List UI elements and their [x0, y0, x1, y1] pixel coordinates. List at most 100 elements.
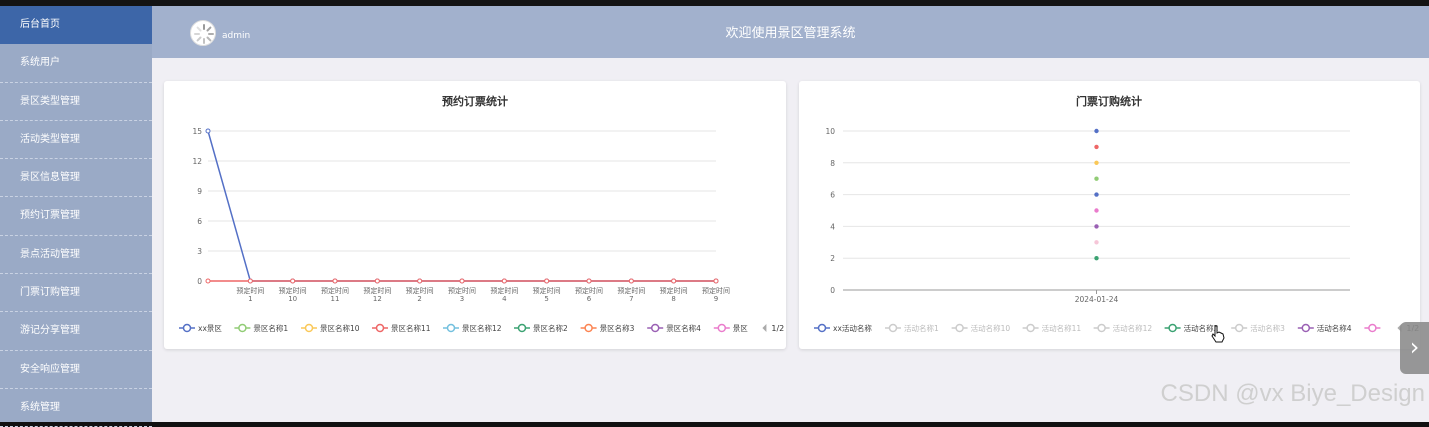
legend-item[interactable]: 景区名称3: [580, 323, 635, 333]
x-tick-label: 2: [417, 295, 421, 303]
legend-label: 景区名称4: [666, 323, 701, 333]
y-tick-label: 10: [825, 127, 835, 136]
legend-marker-icon: [1301, 323, 1311, 333]
booking-stats-chart: 预约订票统计03691215预定时间1预定时间10预定时间11预定时间12预定时…: [179, 94, 784, 333]
legend-label: 活动名称11: [1042, 323, 1082, 333]
data-point: [205, 128, 211, 134]
legend-label: 景区名称10: [320, 323, 360, 333]
dashboard-main: 预约订票统计 0 3 6 9 12 15 预定时间 1 预定时间 10 预定时间 11 预定时间 12 预定时…: [152, 58, 1429, 422]
legend-marker-icon: [888, 323, 898, 333]
legend-item[interactable]: xx景区: [179, 323, 222, 333]
watermark: CSDN @vx Biye_Design: [1160, 380, 1425, 407]
series-line: [207, 130, 716, 282]
x-tick-label: 预定时间: [617, 286, 645, 295]
y-tick-label: 2: [830, 254, 835, 263]
y-tick-label: 15: [192, 127, 202, 136]
x-tick-label: 1: [248, 295, 252, 303]
legend-marker-icon: [238, 323, 247, 333]
y-tick-label: 6: [830, 191, 835, 200]
legend-marker-icon: [955, 323, 964, 333]
x-tick-label: 预定时间: [236, 286, 264, 295]
legend-item[interactable]: xx活动名称: [814, 323, 872, 333]
legend-prev-icon[interactable]: [762, 324, 767, 332]
legend-item[interactable]: 景区名称10: [301, 323, 360, 333]
x-tick-label: 7: [629, 295, 633, 303]
legend-marker-icon: [304, 323, 314, 333]
legend-pager: 1/2: [762, 324, 784, 333]
legend-marker-icon: [1368, 323, 1377, 333]
x-tick-label: 预定时间: [321, 286, 349, 295]
legend-marker-icon: [650, 323, 660, 333]
legend-label: 活动名称1: [904, 323, 939, 333]
legend-item[interactable]: 景区名称2: [514, 323, 568, 333]
legend-item[interactable]: 活动名称3: [1231, 323, 1285, 333]
data-point: [459, 278, 465, 284]
legend-marker-icon: [517, 323, 527, 333]
sidebar-item[interactable]: 景区类型管理: [0, 83, 152, 121]
sidebar-item[interactable]: 游记分享管理: [0, 312, 152, 351]
legend-label: 活动名称3: [1250, 323, 1285, 333]
sidebar-item[interactable]: 景点活动管理: [0, 236, 152, 275]
legend-marker-icon: [1097, 323, 1106, 333]
data-point: [247, 278, 253, 284]
x-tick-label: 预定时间: [533, 286, 561, 295]
legend-item[interactable]: 活动名称1: [885, 323, 939, 333]
sidebar-item[interactable]: 景区信息管理: [0, 159, 152, 198]
legend-item[interactable]: 活动名称2: [1164, 323, 1219, 333]
x-tick-label: 3: [460, 295, 464, 303]
scroll-right-button[interactable]: ›: [1400, 322, 1429, 374]
data-point: [374, 278, 380, 284]
y-tick-label: 12: [192, 157, 202, 166]
booking-stats-card: 预约订票统计 0 3 6 9 12 15 预定时间 1 预定时间 10 预定时间 11 预定时间 12 预定时…: [164, 81, 786, 349]
legend-item[interactable]: 活动名称12: [1093, 323, 1153, 333]
legend-item[interactable]: 活动名称11: [1022, 323, 1082, 333]
legend-item[interactable]: 景区: [713, 323, 748, 333]
legend-item[interactable]: 活动名称4: [1297, 323, 1352, 333]
sidebar-item[interactable]: 后台首页: [0, 6, 152, 45]
x-tick-label: 预定时间: [575, 286, 603, 295]
sidebar-item[interactable]: 预约订票管理: [0, 197, 152, 236]
legend-marker-icon: [584, 323, 593, 333]
x-tick-label: 10: [288, 295, 297, 303]
sidebar-item[interactable]: 系统管理: [0, 389, 152, 427]
x-tick-label: 2024-01-24: [1075, 295, 1119, 304]
legend-label: xx活动名称: [833, 323, 872, 333]
legend-item[interactable]: 活动名称10: [951, 323, 1011, 333]
legend-label: 活动名称10: [971, 323, 1011, 333]
data-point: [1094, 224, 1099, 229]
system-title: 欢迎使用景区管理系统: [725, 26, 856, 41]
sidebar-item[interactable]: 安全响应管理: [0, 351, 152, 389]
legend-marker-icon: [717, 323, 727, 333]
x-tick-label: 预定时间: [363, 286, 391, 295]
legend-item[interactable]: [1364, 323, 1381, 333]
legend-label: 活动名称4: [1317, 323, 1352, 333]
legend-page-text: 1/2: [771, 324, 784, 333]
y-tick-label: 6: [197, 217, 202, 226]
legend-label: 景区名称3: [600, 323, 635, 333]
data-point: [332, 278, 338, 284]
legend-item[interactable]: 景区名称1: [234, 323, 288, 333]
data-point: [671, 278, 677, 284]
x-tick-label: 11: [331, 295, 340, 303]
legend-item[interactable]: 景区名称11: [372, 323, 431, 333]
legend-label: 景区名称1: [253, 323, 288, 333]
y-tick-label: 8: [830, 159, 835, 168]
legend-marker-icon: [375, 323, 385, 333]
sidebar-item[interactable]: 门票订购管理: [0, 274, 152, 313]
sidebar-item[interactable]: 系统用户: [0, 44, 152, 83]
legend-label: 景区: [733, 324, 748, 333]
y-tick-label: 9: [197, 187, 202, 196]
x-tick-label: 4: [502, 295, 507, 303]
sidebar-item[interactable]: 活动类型管理: [0, 121, 152, 160]
x-tick-label: 12: [373, 295, 382, 303]
y-tick-label: 0: [830, 286, 835, 295]
legend-item[interactable]: 景区名称12: [443, 323, 502, 333]
legend-marker-icon: [1026, 323, 1035, 333]
x-tick-label: 预定时间: [448, 286, 476, 295]
legend-label: 景区名称2: [533, 323, 568, 333]
legend-item[interactable]: 景区名称4: [647, 323, 701, 333]
data-point: [1094, 144, 1099, 150]
y-tick-label: 4: [830, 222, 835, 231]
data-point: [501, 278, 507, 284]
chart-title: 预约订票统计: [442, 94, 508, 108]
